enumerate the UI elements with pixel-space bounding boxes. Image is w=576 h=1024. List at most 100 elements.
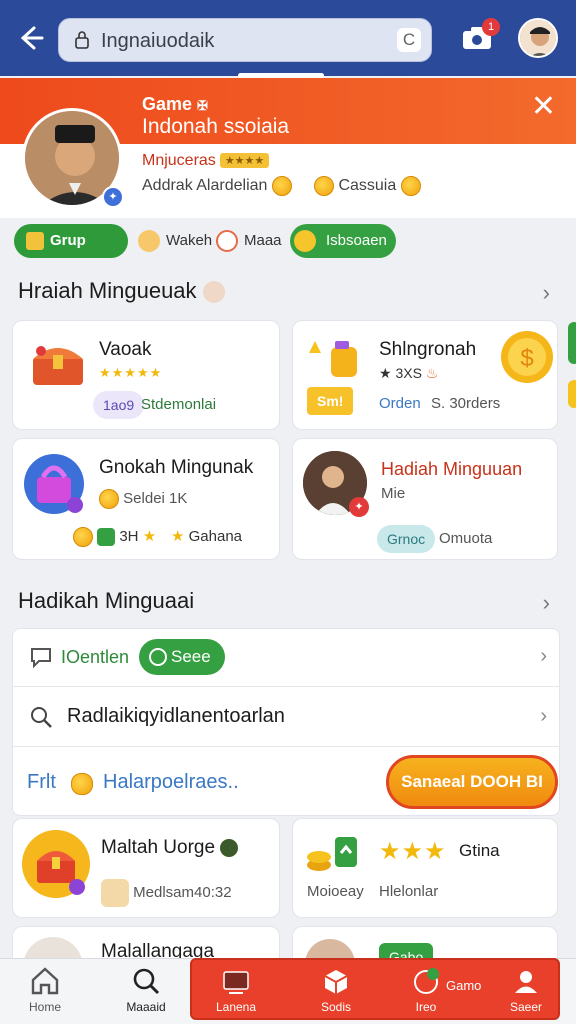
- chevron-right-icon[interactable]: ›: [543, 590, 550, 616]
- profile-icon: [515, 971, 537, 993]
- card-title: Vaoak: [99, 339, 152, 360]
- card-line-a: Moioeay: [307, 883, 364, 900]
- card-title: Gnokah Mingunak: [99, 457, 254, 478]
- home-icon: [31, 967, 59, 995]
- profile-card: Game ✠ Indonah ssoiaia ✕ ✦ Mnjuceras ★★★★…: [0, 78, 576, 218]
- chip-green[interactable]: Isbsoaen: [290, 224, 396, 258]
- treasure-chest-icon: [33, 346, 83, 385]
- search-icon: [31, 707, 52, 728]
- section-title-2: Hadikah Minguaai: [18, 588, 195, 613]
- card-subtext: Omuota: [439, 530, 493, 547]
- card-extra: ★ Gahana: [171, 528, 243, 545]
- check-icon: [149, 648, 167, 666]
- svg-text:$: $: [520, 345, 533, 372]
- edge-coin-icon: [568, 380, 576, 408]
- nav-overlay-label: Gamo: [446, 978, 482, 993]
- coin-icon: [314, 176, 334, 196]
- chevron-right-icon[interactable]: ›: [540, 705, 547, 728]
- card-rating: ★ 3XS ♨: [379, 365, 439, 381]
- rating-stars: ★★★: [379, 838, 447, 865]
- card-title: Maltah Uorge: [101, 837, 239, 859]
- tv-icon: [223, 971, 249, 994]
- chip-wakeh[interactable]: Wakeh: [134, 224, 212, 258]
- chevron-right-icon[interactable]: ›: [543, 280, 550, 306]
- nav-lanena[interactable]: Lanena: [196, 962, 276, 1014]
- card-title: Hadiah Minguuan: [381, 459, 523, 479]
- nav-search[interactable]: Maaaid: [106, 962, 186, 1014]
- close-icon[interactable]: ✕: [531, 92, 556, 122]
- list-item-label: Halarpoelraes..: [103, 771, 239, 793]
- user-avatar[interactable]: [518, 18, 558, 58]
- section-title-1: Hraiah Mingueuak: [18, 278, 225, 304]
- coin-dollar-icon: $: [501, 331, 553, 383]
- list-item[interactable]: IOentlen Seee ›: [13, 629, 561, 687]
- reward-card[interactable]: Vaoak ★★★★★ 1ao9 Stdemonlai: [12, 320, 280, 430]
- list-prefix: Frlt: [27, 771, 56, 793]
- coin-icon: [99, 489, 119, 509]
- card-pill: 1ao9: [93, 391, 145, 419]
- coin-icon: [400, 176, 421, 196]
- game-label: Game ✠: [142, 94, 208, 114]
- list-item-label: IOentlen: [61, 647, 130, 667]
- nav-home[interactable]: Home: [5, 962, 85, 1014]
- notification-badge: 1: [482, 18, 500, 36]
- box-icon: [324, 970, 348, 994]
- action-button[interactable]: Sanaeal DOOH BI: [386, 755, 558, 809]
- circle-icon: [414, 968, 439, 994]
- treasure-chest-icon: [22, 830, 90, 898]
- smile-icon: [294, 230, 316, 252]
- rating-stars: ★★★★★: [99, 365, 163, 380]
- coin-icon: [73, 527, 93, 548]
- leaf-icon: [97, 528, 116, 547]
- nav-sodis[interactable]: Sodis: [296, 962, 376, 1014]
- card-line: Medlsam40:32: [101, 879, 232, 907]
- search-bar[interactable]: Ingnaiuodaik C: [58, 18, 432, 62]
- list-item-label: Radlaikiqyidlanentoarlan: [67, 705, 285, 727]
- reward-card[interactable]: Maltah Uorge Medlsam40:32: [12, 818, 280, 918]
- back-arrow-icon[interactable]: [14, 22, 46, 54]
- profile-name: Mnjuceras ★★★★: [142, 152, 270, 170]
- ring-icon: [216, 230, 238, 252]
- card-subtext-b: S. 30rders: [431, 395, 501, 412]
- card-meta: 3H ★: [73, 527, 156, 548]
- card-title: Shlngronah: [379, 339, 477, 360]
- profile-line-1: Addrak Alardelian: [142, 176, 292, 196]
- card-line: Mie: [381, 485, 406, 502]
- card-subtext-a: Orden: [379, 395, 421, 412]
- avatar-small-icon: [220, 838, 239, 857]
- search-input[interactable]: Ingnaiuodaik: [101, 30, 214, 53]
- search-icon: [133, 968, 160, 995]
- gift-icon: [26, 232, 44, 250]
- card-title: Gtina: [459, 841, 500, 860]
- coin-icon: [71, 773, 93, 795]
- verified-badge-icon: ✦: [102, 186, 124, 208]
- nav-saeer[interactable]: Saeer: [486, 962, 566, 1014]
- reload-icon[interactable]: C: [397, 28, 421, 52]
- game-subtitle: Indonah ssoiaia: [142, 115, 290, 138]
- chip-maaa[interactable]: Maaa: [212, 224, 290, 258]
- bag-icon: [101, 879, 129, 907]
- reward-card[interactable]: $ Shlngronah ★ 3XS ♨ Sm! Orden S. 30rder…: [292, 320, 558, 430]
- card-line-b: Hlelonlar: [379, 883, 439, 900]
- reward-card[interactable]: ✦ Hadiah Minguuan Mie Grnoc Omuota: [292, 438, 558, 560]
- card-subtext: Stdemonlai: [141, 396, 217, 413]
- trophy-icon: [309, 341, 357, 377]
- lock-icon: [75, 31, 89, 49]
- list-item[interactable]: Radlaikiqyidlanentoarlan ›: [13, 687, 561, 747]
- box-icon: [138, 230, 160, 252]
- reward-card[interactable]: ★★★ Gtina Moioeay Hlelonlar: [292, 818, 558, 918]
- card-pill: Grnoc: [377, 525, 436, 553]
- card-line: Seldei 1K: [99, 489, 187, 509]
- coins-stack-icon: [307, 837, 357, 871]
- profile-line-2: Cassuia: [314, 176, 421, 196]
- reward-card[interactable]: Gnokah Mingunak Seldei 1K 3H ★ ★ Gahana: [12, 438, 280, 560]
- coin-icon: [271, 176, 292, 196]
- gift-box-icon: [24, 454, 84, 514]
- chat-bubble-icon: [31, 648, 51, 669]
- badge-icon: ✦: [349, 497, 369, 517]
- avatar-small-icon: [202, 281, 225, 304]
- edge-tab[interactable]: [568, 322, 576, 364]
- chip-grup[interactable]: Grup: [14, 224, 128, 258]
- status-badge: Seee: [139, 639, 225, 675]
- chevron-right-icon[interactable]: ›: [540, 645, 547, 668]
